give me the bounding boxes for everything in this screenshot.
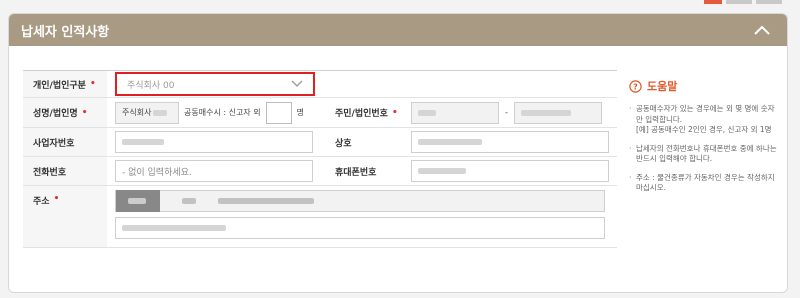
chevron-up-icon: [754, 25, 770, 35]
help-item: 공동매수자가 있는 경우에는 외 몇 명에 숫자만 입력합니다. [예] 공동매…: [629, 104, 779, 136]
chevron-down-icon: [291, 80, 303, 87]
zipcode-button[interactable]: [116, 190, 160, 212]
label-biz-no: 사업자번호: [23, 128, 107, 156]
label-resident-no: 주민/법인번호 •: [335, 107, 398, 120]
taxpayer-info-panel: 납세자 인적사항 개인/법인구분 • 주식회사 00 성명/법인명 • 주식회사…: [8, 13, 788, 293]
help-section: ? 도움말 공동매수자가 있는 경우에는 외 몇 명에 숫자만 입력합니다. […: [629, 78, 779, 202]
help-title: ? 도움말: [629, 78, 779, 94]
label-mobile: 휴대폰번호: [335, 167, 377, 178]
collapse-button[interactable]: [751, 19, 773, 41]
mobile-input[interactable]: [411, 160, 609, 182]
dash: -: [505, 108, 508, 117]
svg-text:?: ?: [633, 82, 638, 91]
co-owner-text: 공동매수시 : 신고자 외: [184, 108, 261, 117]
trade-name-input[interactable]: [411, 131, 609, 153]
row-phone: 전화번호 - 없이 입력하세요. 휴대폰번호: [23, 157, 617, 186]
taxpayer-form: 개인/법인구분 • 주식회사 00 성명/법인명 • 주식회사 공동매수시: …: [23, 70, 617, 248]
name-input[interactable]: 주식회사: [115, 101, 179, 124]
entity-type-value: 주식회사 00: [127, 80, 175, 91]
address-main-input[interactable]: [115, 190, 605, 212]
entity-type-select[interactable]: 주식회사 00: [115, 72, 315, 96]
row-entity-type: 개인/법인구분 • 주식회사 00: [23, 70, 617, 98]
row-biz-no: 사업자번호 상호: [23, 128, 617, 157]
top-breadcrumb-blurred: [700, 0, 790, 8]
row-address: 주소 •: [23, 186, 617, 248]
co-owner-unit: 명: [296, 108, 304, 117]
label-name: 성명/법인명 •: [23, 98, 107, 127]
biz-no-input[interactable]: [115, 131, 313, 153]
label-phone: 전화번호: [23, 157, 107, 185]
help-item: 주소 : 물건종류가 자동차인 경우는 작성하지 마십시오.: [629, 173, 779, 194]
help-item: 납세자의 전화번호나 휴대폰번호 중에 하나는 반드시 입력해야 합니다.: [629, 144, 779, 165]
co-owner-count-input[interactable]: [265, 101, 292, 124]
address-detail-input[interactable]: [115, 217, 605, 239]
label-entity-type: 개인/법인구분 •: [23, 71, 107, 97]
resident-no-first-input[interactable]: [411, 101, 499, 124]
phone-input[interactable]: - 없이 입력하세요.: [115, 160, 313, 182]
question-circle-icon: ?: [629, 79, 642, 93]
panel-title: 납세자 인적사항: [21, 24, 110, 40]
panel-header: 납세자 인적사항: [9, 14, 787, 46]
row-name: 성명/법인명 • 주식회사 공동매수시 : 신고자 외 명 주민/법인번호 • -: [23, 98, 617, 128]
label-trade-name: 상호: [335, 138, 352, 149]
label-address: 주소 •: [23, 186, 107, 247]
resident-no-second-input[interactable]: [513, 101, 602, 124]
